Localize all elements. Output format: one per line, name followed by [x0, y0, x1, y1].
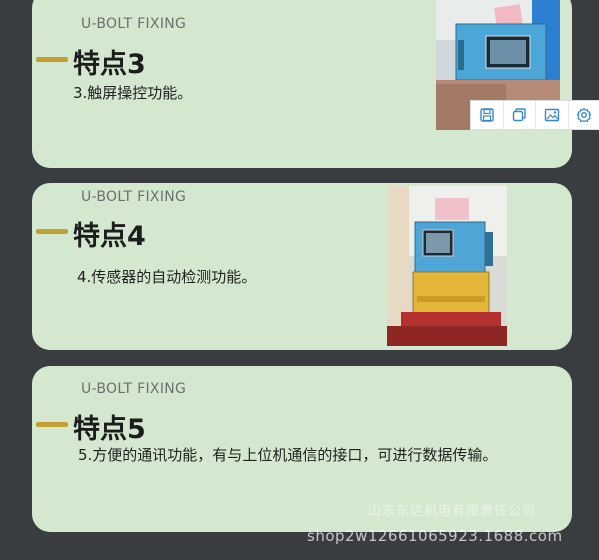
copy-icon: [513, 108, 526, 122]
card-tag: U-BOLT FIXING: [81, 381, 187, 397]
card-description: 5.方便的通讯功能，有与上位机通信的接口，可进行数据传输。: [78, 446, 498, 464]
card-tag: U-BOLT FIXING: [81, 189, 187, 205]
feature-card-3: U-BOLT FIXING 特点3 3.触屏操控功能。: [32, 0, 572, 168]
image-toolbar: [470, 100, 599, 130]
save-icon: [480, 108, 494, 122]
accent-dash: [36, 422, 68, 427]
watermark-company: 山东东达机电有限责任公司: [368, 504, 537, 519]
product-photo-sensor: [387, 186, 507, 346]
card-tag: U-BOLT FIXING: [81, 16, 187, 32]
feature-card-4: U-BOLT FIXING 特点4 4.传感器的自动检测功能。: [32, 183, 572, 350]
settings-button[interactable]: [569, 101, 599, 129]
watermark-url: shop2w12661065923.1688.com: [307, 527, 563, 545]
card-description: 4.传感器的自动检测功能。: [77, 268, 257, 286]
copy-button[interactable]: [504, 101, 536, 129]
image-search-button[interactable]: [536, 101, 569, 129]
accent-dash: [36, 229, 68, 234]
accent-dash: [36, 57, 68, 62]
settings-icon: [576, 107, 592, 123]
card-title: 特点4: [73, 221, 146, 252]
photo-illustration: [387, 186, 507, 346]
save-button[interactable]: [471, 101, 504, 129]
card-title: 特点3: [73, 49, 146, 80]
card-title: 特点5: [73, 414, 146, 445]
image-icon: [544, 108, 559, 122]
card-description: 3.触屏操控功能。: [73, 84, 193, 102]
